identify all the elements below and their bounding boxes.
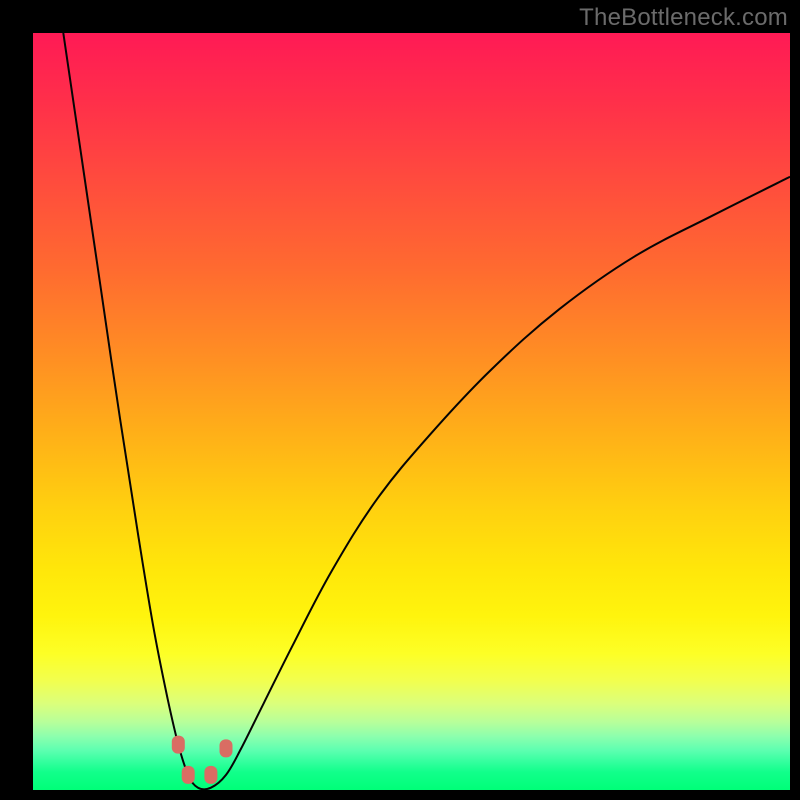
watermark-text: TheBottleneck.com [579, 4, 788, 32]
plot-area [33, 33, 790, 790]
valley-marker [220, 739, 233, 757]
valley-marker [172, 736, 185, 754]
bottleneck-curve [63, 33, 790, 789]
valley-marker [182, 766, 195, 784]
chart-frame: TheBottleneck.com [0, 0, 800, 800]
valley-marker [204, 766, 217, 784]
curve-layer [33, 33, 790, 790]
